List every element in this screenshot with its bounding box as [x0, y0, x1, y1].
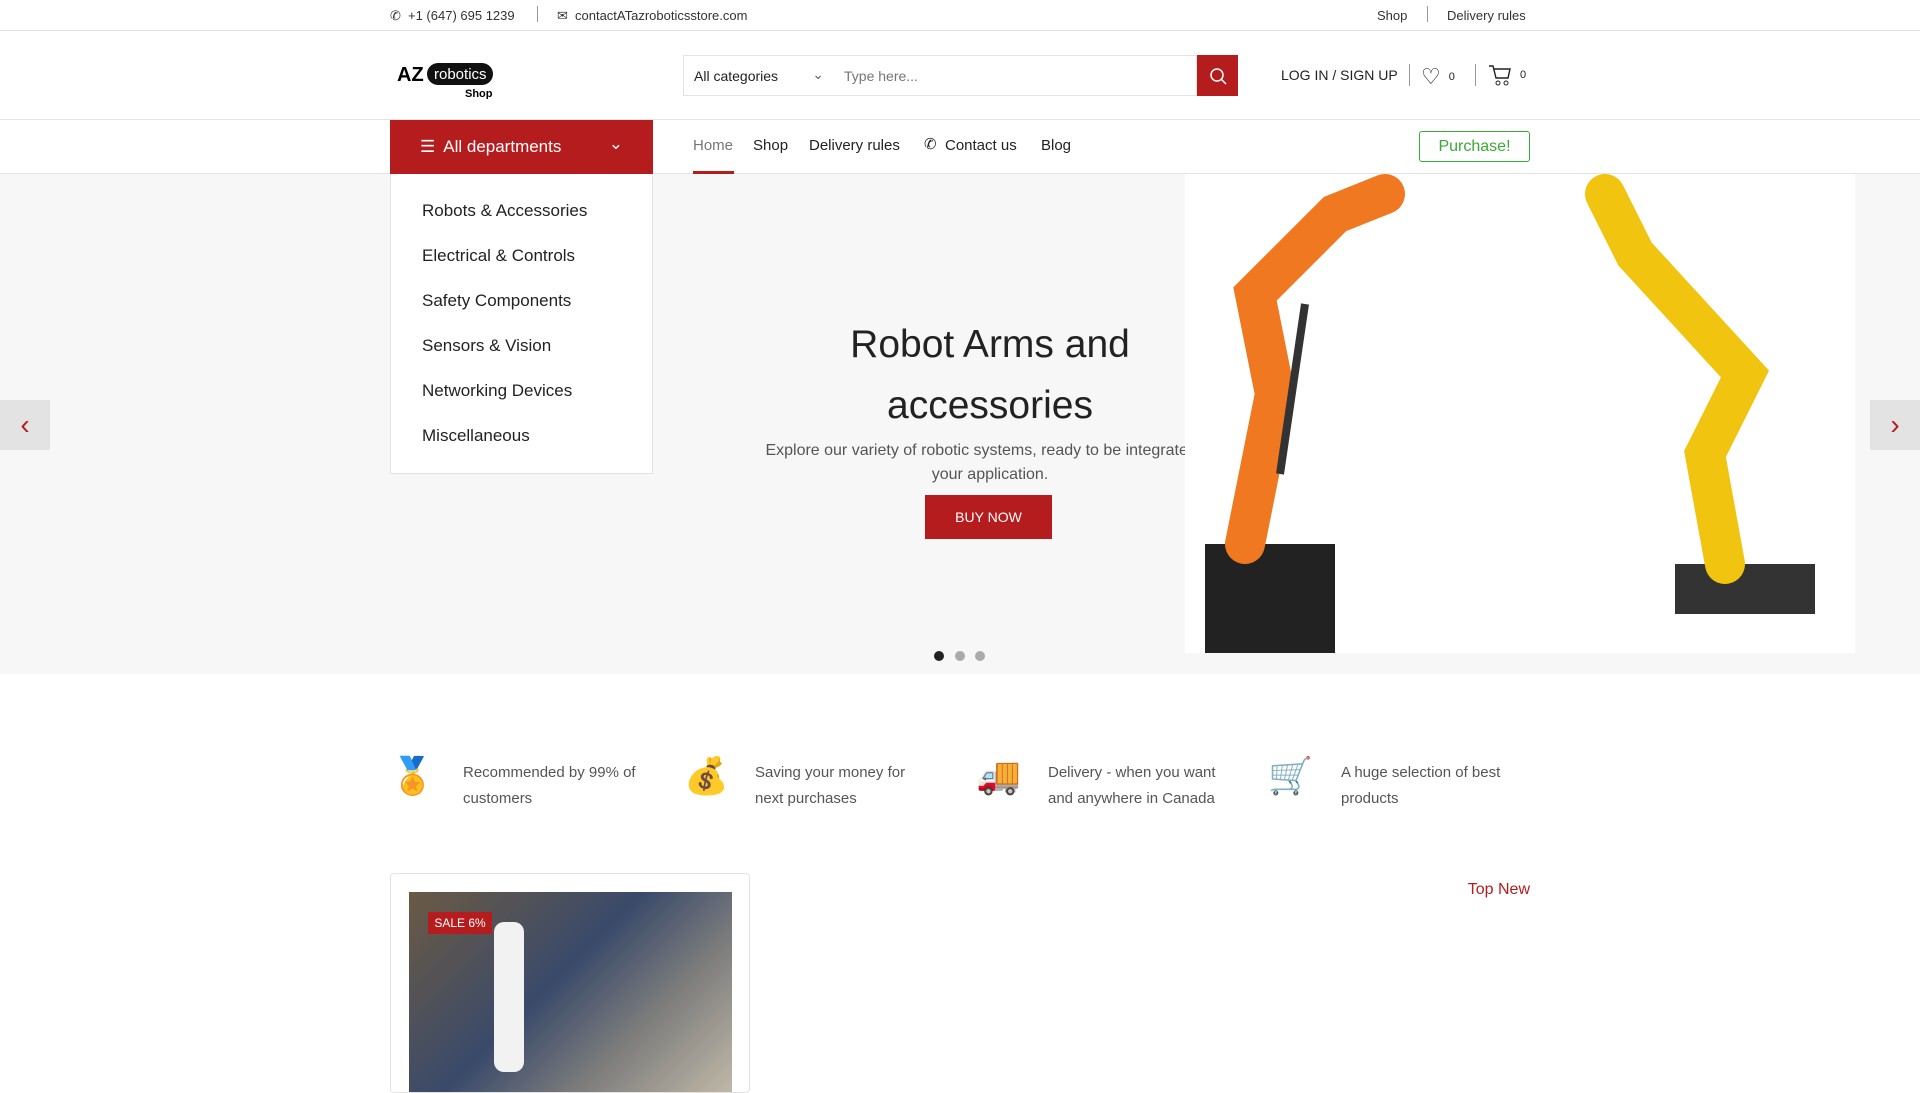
top-link-delivery[interactable]: Delivery rules — [1447, 8, 1526, 23]
svg-text:Shop: Shop — [465, 88, 493, 99]
cart-button[interactable]: 0 — [1488, 64, 1526, 86]
phone-icon: ✆ — [390, 8, 401, 23]
prev-slide-button[interactable]: ‹ — [0, 400, 50, 450]
svg-text:robotics: robotics — [434, 66, 487, 83]
cart-icon — [1489, 65, 1511, 86]
department-sensors[interactable]: Sensors & Vision — [422, 336, 551, 356]
nav-blog[interactable]: Blog — [1041, 137, 1071, 154]
delivery-truck-icon: 🚚 — [976, 755, 1021, 796]
shopping-cart-icon: 🛒 — [1268, 755, 1313, 796]
all-departments-label: All departments — [443, 137, 562, 156]
hero-subtitle-line1: Explore our variety of robotic systems, … — [765, 442, 1215, 459]
hero-title-line1: Robot Arms and — [850, 323, 1130, 366]
nav-shop[interactable]: Shop — [753, 137, 788, 154]
hero-subtitle-line2: your application. — [931, 466, 1049, 483]
feature-recommended: Recommended by 99% of customers — [463, 764, 636, 807]
all-departments-button[interactable]: ☰ All departments ⌄ — [390, 120, 653, 174]
buy-now-button[interactable]: BUY NOW — [925, 495, 1052, 539]
chevron-down-icon: ⌄ — [608, 134, 623, 153]
category-select-value: All categories — [694, 68, 779, 84]
purchase-button[interactable]: Purchase! — [1419, 131, 1530, 162]
tab-top-new[interactable]: Top New — [1440, 881, 1530, 899]
nav-contact-us[interactable]: Contact us — [945, 137, 1017, 154]
mail-icon: ✉ — [557, 8, 568, 23]
money-bag-icon: 💰 — [684, 755, 729, 796]
chevron-right-icon: › — [1890, 409, 1900, 440]
search-input[interactable] — [834, 55, 1197, 96]
logo-icon: AZ robotics Shop — [397, 63, 493, 100]
department-electrical[interactable]: Electrical & Controls — [422, 246, 575, 266]
department-safety[interactable]: Safety Components — [422, 291, 571, 311]
wishlist-count: 0 — [1448, 71, 1455, 83]
cart-count: 0 — [1520, 69, 1527, 81]
next-slide-button[interactable]: › — [1870, 400, 1920, 450]
top-bar: ✆ +1 (647) 695 1239 ✉ contactATazrobotic… — [0, 0, 1920, 31]
nav-delivery-rules[interactable]: Delivery rules — [809, 137, 900, 154]
phone-number[interactable]: +1 (647) 695 1239 — [408, 8, 515, 23]
slide-dot-1[interactable] — [934, 651, 944, 661]
feature-saving: Saving your money for next purchases — [755, 764, 906, 807]
department-networking[interactable]: Networking Devices — [422, 381, 572, 401]
main-nav: ☰ All departments ⌄ Home Shop Delivery rul… — [0, 120, 1920, 174]
cobot-shape — [494, 922, 524, 1072]
hero-slider: ‹ › Robot Arms and accessories Explore o… — [0, 174, 1920, 674]
header: AZ robotics Shop All categories ⌄ LOG IN / … — [0, 31, 1920, 120]
wishlist-button[interactable]: ♡ 0 — [1421, 64, 1455, 90]
category-select[interactable]: All categories ⌄ — [683, 55, 835, 96]
product-card[interactable]: SALE 6% — [390, 873, 750, 1093]
email-link[interactable]: contactATazroboticsstore.com — [575, 8, 747, 23]
robot-arms-image — [1205, 174, 1815, 653]
login-link[interactable]: LOG IN / SIGN UP — [1281, 67, 1398, 83]
phone-icon: ✆ — [924, 136, 937, 153]
top-link-shop[interactable]: Shop — [1377, 8, 1407, 23]
feature-selection: A huge selection of best products — [1341, 764, 1501, 807]
departments-menu: Robots & Accessories Electrical & Contro… — [390, 174, 653, 474]
chevron-down-icon: ⌄ — [812, 66, 824, 82]
nav-home[interactable]: Home — [693, 137, 733, 154]
heart-icon: ♡ — [1421, 64, 1441, 89]
chevron-left-icon: ‹ — [20, 409, 30, 440]
slide-dot-3[interactable] — [975, 651, 985, 661]
menu-icon: ☰ — [420, 137, 436, 156]
hero-title-line2: accessories — [887, 384, 1093, 427]
hero-image — [1185, 174, 1855, 653]
feature-delivery: Delivery - when you want and anywhere in … — [1048, 764, 1216, 807]
logo[interactable]: AZ robotics Shop — [397, 55, 497, 100]
search-button[interactable] — [1197, 55, 1238, 96]
sale-badge: SALE 6% — [428, 912, 492, 934]
department-robots[interactable]: Robots & Accessories — [422, 201, 587, 221]
department-misc[interactable]: Miscellaneous — [422, 426, 530, 446]
award-icon: 🏅 — [390, 755, 435, 796]
svg-text:AZ: AZ — [397, 64, 424, 86]
slide-dot-2[interactable] — [955, 651, 965, 661]
search-icon — [1209, 67, 1227, 85]
